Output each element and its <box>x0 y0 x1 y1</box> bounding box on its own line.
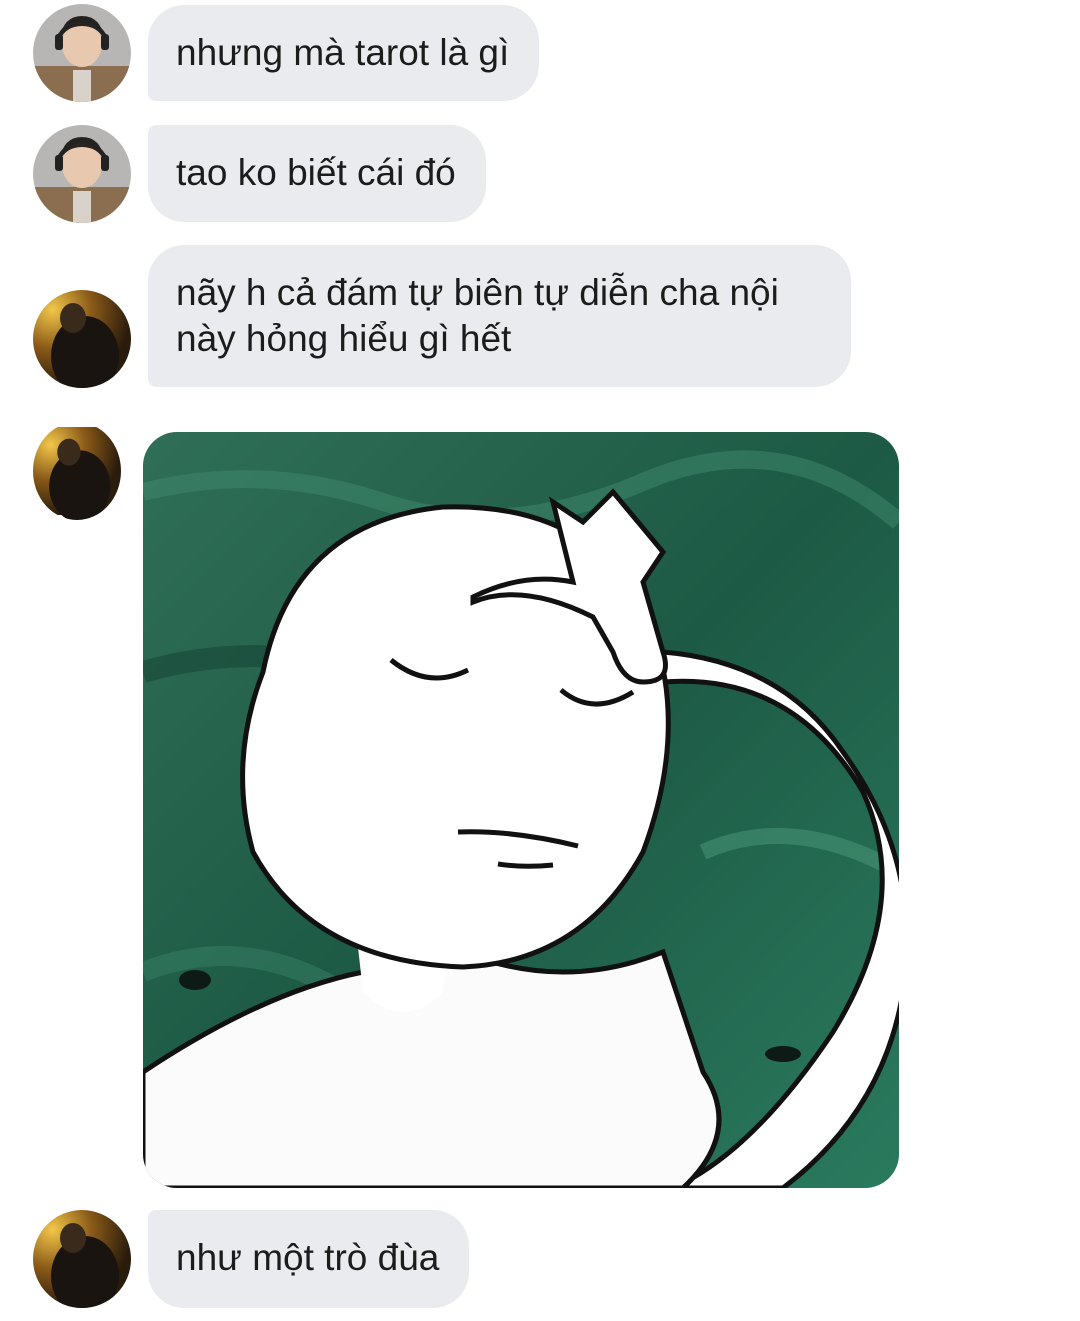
message-text: nhưng mà tarot là gì <box>176 32 510 73</box>
message-text: này hỏng hiểu gì hết <box>176 318 512 359</box>
message-text: nãy h cả đám tự biên tự diễn cha nội <box>176 272 779 313</box>
facepalm-icon <box>143 432 899 1188</box>
message-text: như một trò đùa <box>176 1237 440 1278</box>
message-bubble[interactable]: như một trò đùa <box>148 1210 470 1308</box>
message-text: tao ko biết cái đó <box>176 152 456 193</box>
facepalm-sticker[interactable] <box>143 432 899 1188</box>
avatar[interactable] <box>33 1210 131 1308</box>
avatar-self-icon <box>33 427 121 520</box>
avatar[interactable] <box>33 125 131 223</box>
avatar-friend-icon <box>33 125 131 223</box>
avatar-friend-icon <box>33 4 131 102</box>
avatar[interactable] <box>33 4 131 102</box>
avatar[interactable] <box>33 422 121 520</box>
avatar[interactable] <box>33 290 131 388</box>
avatar-self-icon <box>33 290 131 388</box>
message-bubble[interactable]: nãy h cả đám tự biên tự diễn cha nội này… <box>148 245 851 387</box>
message-bubble[interactable]: tao ko biết cái đó <box>148 125 486 222</box>
avatar-self-icon <box>33 1210 131 1308</box>
message-bubble[interactable]: nhưng mà tarot là gì <box>148 5 540 101</box>
